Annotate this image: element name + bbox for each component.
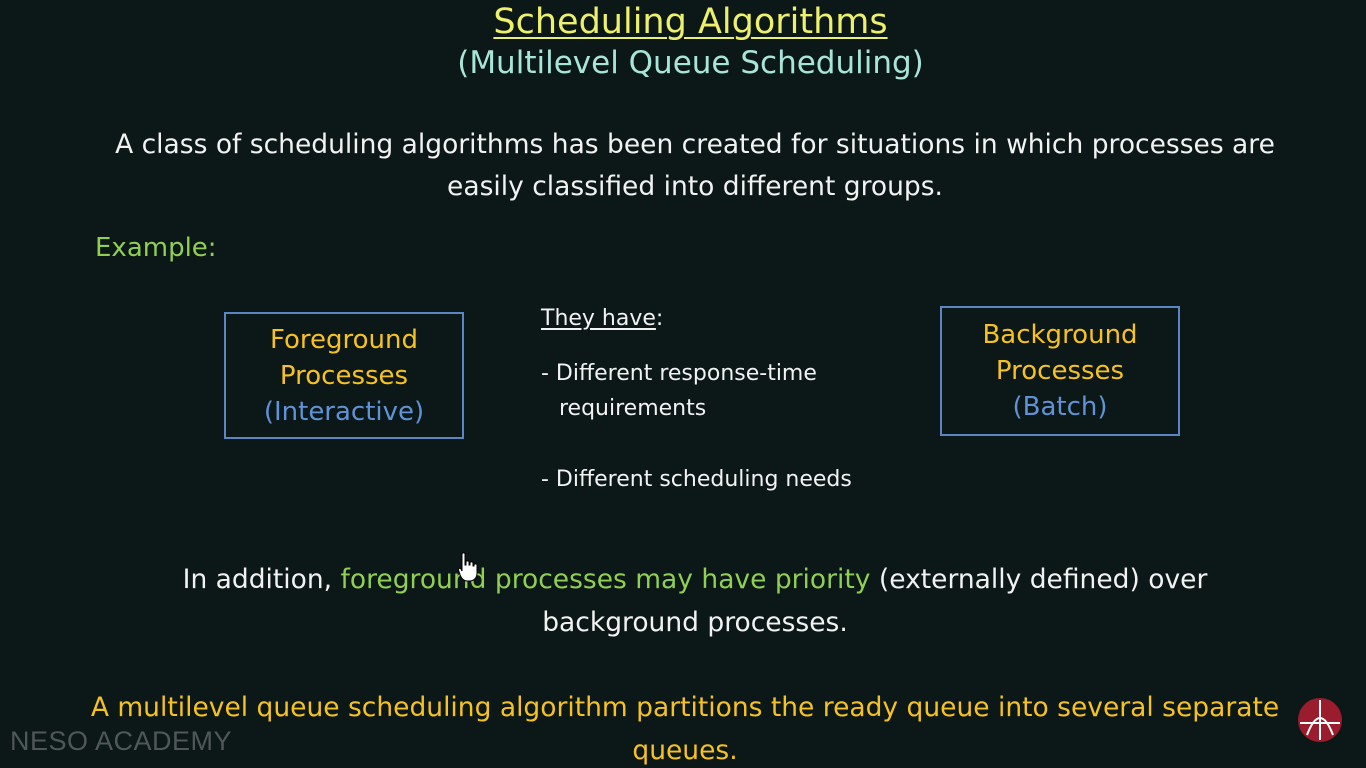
final-line-1: A multilevel queue scheduling algorithm … [90,692,1280,723]
example-label: Example: [95,233,217,263]
addition-suffix: (externally defined) over [870,564,1208,595]
final-statement: A multilevel queue scheduling algorithm … [40,686,1330,768]
background-processes-box: Background Processes (Batch) [940,306,1180,436]
intro-line-1: A class of scheduling algorithms has bee… [115,129,1275,160]
foreground-box-line-1: Foreground [269,324,419,355]
slide-subtitle: (Multilevel Queue Scheduling) [457,45,924,81]
addition-line-1: In addition, foreground processes may ha… [90,558,1300,601]
addition-highlight: foreground processes may have priority [340,564,871,595]
slide-title: Scheduling Algorithms [493,2,888,42]
foreground-box-line-3: (Interactive) [263,396,425,427]
intro-text: A class of scheduling algorithms has bee… [80,124,1310,208]
they-have-heading-text: They have [541,306,656,331]
background-box-line-3: (Batch) [1012,392,1108,422]
hand-pointer-cursor-icon [458,552,478,582]
foreground-box-line-2: Processes [279,360,409,391]
addition-prefix: In addition, [182,564,341,595]
slide: Scheduling Algorithms (Multilevel Queue … [0,0,1366,768]
neso-academy-watermark: NESO ACADEMY [10,726,233,756]
intro-line-2: easily classified into different groups. [447,171,943,202]
final-line-2: queues. [632,735,738,766]
point-scheduling-needs: - Different scheduling needs [541,467,852,492]
foreground-processes-box: Foreground Processes (Interactive) [224,312,464,439]
background-box-line-1: Background [982,320,1138,350]
neso-academy-logo-icon [1298,698,1342,742]
point-1-line-1: - Different response-time [541,361,817,386]
addition-text: In addition, foreground processes may ha… [90,558,1300,644]
they-have-colon: : [655,306,664,331]
point-1-line-2: requirements [559,396,707,421]
they-have-heading: They have: [541,306,663,331]
addition-line-2: background processes. [542,607,848,638]
point-response-time: - Different response-time requirements [541,356,871,426]
background-box-line-2: Processes [995,356,1125,386]
